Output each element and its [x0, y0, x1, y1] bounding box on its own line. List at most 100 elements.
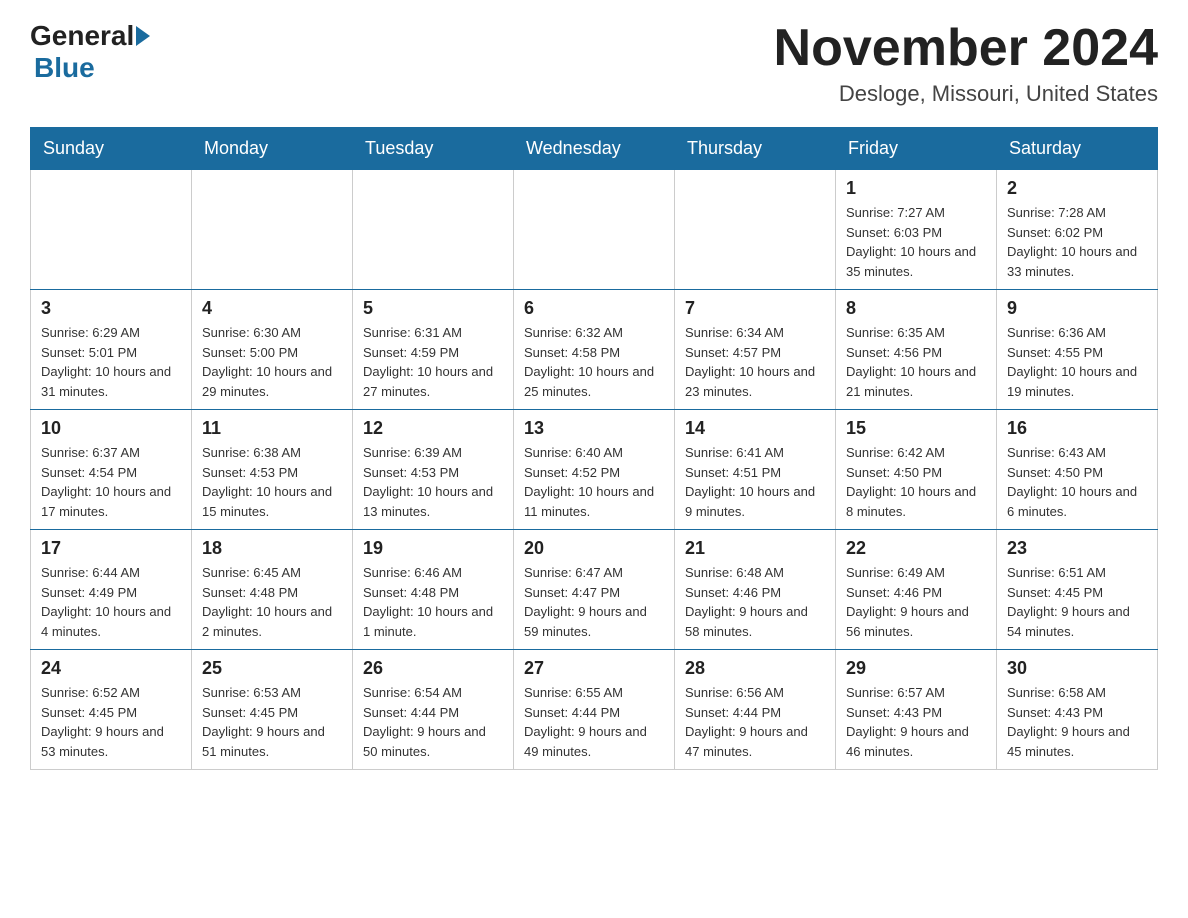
day-number: 30	[1007, 658, 1147, 679]
calendar-cell: 10Sunrise: 6:37 AMSunset: 4:54 PMDayligh…	[31, 410, 192, 530]
day-number: 19	[363, 538, 503, 559]
day-info: Sunrise: 6:29 AMSunset: 5:01 PMDaylight:…	[41, 323, 181, 401]
calendar-week-0: 1 Sunrise: 7:27 AMSunset: 6:03 PMDaylight…	[31, 170, 1158, 290]
col-header-sunday: Sunday	[31, 128, 192, 170]
day-number: 11	[202, 418, 342, 439]
calendar-cell	[192, 170, 353, 290]
day-info: Sunrise: 6:38 AMSunset: 4:53 PMDaylight:…	[202, 443, 342, 521]
day-info: Sunrise: 6:48 AMSunset: 4:46 PMDaylight:…	[685, 563, 825, 641]
day-info: Sunrise: 6:36 AMSunset: 4:55 PMDaylight:…	[1007, 323, 1147, 401]
day-number: 23	[1007, 538, 1147, 559]
day-number: 12	[363, 418, 503, 439]
day-info: Sunrise: 6:31 AMSunset: 4:59 PMDaylight:…	[363, 323, 503, 401]
day-info: Sunrise: 6:30 AMSunset: 5:00 PMDaylight:…	[202, 323, 342, 401]
calendar-cell: 26 Sunrise: 6:54 AMSunset: 4:44 PMDayligh…	[353, 650, 514, 770]
day-info: Sunrise: 6:49 AMSunset: 4:46 PMDaylight:…	[846, 563, 986, 641]
day-number: 18	[202, 538, 342, 559]
logo-arrow-icon	[136, 26, 150, 46]
calendar-cell: 28 Sunrise: 6:56 AMSunset: 4:44 PMDayligh…	[675, 650, 836, 770]
day-number: 5	[363, 298, 503, 319]
day-info: Sunrise: 6:45 AMSunset: 4:48 PMDaylight:…	[202, 563, 342, 641]
calendar-cell: 3 Sunrise: 6:29 AMSunset: 5:01 PMDaylight…	[31, 290, 192, 410]
calendar-cell	[31, 170, 192, 290]
calendar-cell: 24 Sunrise: 6:52 AMSunset: 4:45 PMDayligh…	[31, 650, 192, 770]
logo: General Blue	[30, 20, 152, 84]
calendar-cell: 13Sunrise: 6:40 AMSunset: 4:52 PMDayligh…	[514, 410, 675, 530]
calendar-cell: 18 Sunrise: 6:45 AMSunset: 4:48 PMDayligh…	[192, 530, 353, 650]
calendar-cell	[675, 170, 836, 290]
title-block: November 2024 Desloge, Missouri, United …	[774, 20, 1158, 107]
calendar-cell: 11 Sunrise: 6:38 AMSunset: 4:53 PMDayligh…	[192, 410, 353, 530]
day-info: Sunrise: 6:44 AMSunset: 4:49 PMDaylight:…	[41, 563, 181, 641]
day-number: 20	[524, 538, 664, 559]
day-info: Sunrise: 6:43 AMSunset: 4:50 PMDaylight:…	[1007, 443, 1147, 521]
calendar-cell: 16Sunrise: 6:43 AMSunset: 4:50 PMDayligh…	[997, 410, 1158, 530]
day-number: 6	[524, 298, 664, 319]
calendar-header-row: SundayMondayTuesdayWednesdayThursdayFrid…	[31, 128, 1158, 170]
day-info: Sunrise: 6:39 AMSunset: 4:53 PMDaylight:…	[363, 443, 503, 521]
calendar-cell: 17 Sunrise: 6:44 AMSunset: 4:49 PMDayligh…	[31, 530, 192, 650]
day-number: 8	[846, 298, 986, 319]
day-info: Sunrise: 6:46 AMSunset: 4:48 PMDaylight:…	[363, 563, 503, 641]
calendar-cell: 29 Sunrise: 6:57 AMSunset: 4:43 PMDayligh…	[836, 650, 997, 770]
day-info: Sunrise: 6:55 AMSunset: 4:44 PMDaylight:…	[524, 683, 664, 761]
logo-general-text: General	[30, 20, 134, 52]
day-info: Sunrise: 6:40 AMSunset: 4:52 PMDaylight:…	[524, 443, 664, 521]
day-number: 22	[846, 538, 986, 559]
calendar-cell: 4Sunrise: 6:30 AMSunset: 5:00 PMDaylight…	[192, 290, 353, 410]
day-info: Sunrise: 6:41 AMSunset: 4:51 PMDaylight:…	[685, 443, 825, 521]
col-header-saturday: Saturday	[997, 128, 1158, 170]
col-header-monday: Monday	[192, 128, 353, 170]
day-info: Sunrise: 6:47 AMSunset: 4:47 PMDaylight:…	[524, 563, 664, 641]
day-info: Sunrise: 6:56 AMSunset: 4:44 PMDaylight:…	[685, 683, 825, 761]
calendar-cell: 9 Sunrise: 6:36 AMSunset: 4:55 PMDaylight…	[997, 290, 1158, 410]
col-header-thursday: Thursday	[675, 128, 836, 170]
day-info: Sunrise: 6:37 AMSunset: 4:54 PMDaylight:…	[41, 443, 181, 521]
day-number: 17	[41, 538, 181, 559]
logo-blue-text: Blue	[34, 52, 95, 83]
month-title: November 2024	[774, 20, 1158, 77]
calendar-cell: 30 Sunrise: 6:58 AMSunset: 4:43 PMDayligh…	[997, 650, 1158, 770]
day-info: Sunrise: 6:58 AMSunset: 4:43 PMDaylight:…	[1007, 683, 1147, 761]
day-info: Sunrise: 6:42 AMSunset: 4:50 PMDaylight:…	[846, 443, 986, 521]
day-number: 28	[685, 658, 825, 679]
calendar-cell	[514, 170, 675, 290]
day-number: 29	[846, 658, 986, 679]
calendar-cell: 23Sunrise: 6:51 AMSunset: 4:45 PMDayligh…	[997, 530, 1158, 650]
location-title: Desloge, Missouri, United States	[774, 81, 1158, 107]
day-number: 24	[41, 658, 181, 679]
col-header-wednesday: Wednesday	[514, 128, 675, 170]
calendar-week-2: 10Sunrise: 6:37 AMSunset: 4:54 PMDayligh…	[31, 410, 1158, 530]
day-number: 25	[202, 658, 342, 679]
day-number: 26	[363, 658, 503, 679]
calendar-week-1: 3 Sunrise: 6:29 AMSunset: 5:01 PMDaylight…	[31, 290, 1158, 410]
calendar-cell: 7Sunrise: 6:34 AMSunset: 4:57 PMDaylight…	[675, 290, 836, 410]
day-info: Sunrise: 6:57 AMSunset: 4:43 PMDaylight:…	[846, 683, 986, 761]
calendar-cell: 20 Sunrise: 6:47 AMSunset: 4:47 PMDayligh…	[514, 530, 675, 650]
calendar-cell: 27Sunrise: 6:55 AMSunset: 4:44 PMDayligh…	[514, 650, 675, 770]
day-number: 3	[41, 298, 181, 319]
calendar-cell: 19 Sunrise: 6:46 AMSunset: 4:48 PMDayligh…	[353, 530, 514, 650]
calendar-cell: 15 Sunrise: 6:42 AMSunset: 4:50 PMDayligh…	[836, 410, 997, 530]
calendar-table: SundayMondayTuesdayWednesdayThursdayFrid…	[30, 127, 1158, 770]
day-info: Sunrise: 6:35 AMSunset: 4:56 PMDaylight:…	[846, 323, 986, 401]
calendar-week-4: 24 Sunrise: 6:52 AMSunset: 4:45 PMDayligh…	[31, 650, 1158, 770]
calendar-cell: 25Sunrise: 6:53 AMSunset: 4:45 PMDayligh…	[192, 650, 353, 770]
day-number: 9	[1007, 298, 1147, 319]
calendar-week-3: 17 Sunrise: 6:44 AMSunset: 4:49 PMDayligh…	[31, 530, 1158, 650]
day-info: Sunrise: 6:52 AMSunset: 4:45 PMDaylight:…	[41, 683, 181, 761]
day-info: Sunrise: 6:32 AMSunset: 4:58 PMDaylight:…	[524, 323, 664, 401]
calendar-cell: 6 Sunrise: 6:32 AMSunset: 4:58 PMDaylight…	[514, 290, 675, 410]
calendar-cell	[353, 170, 514, 290]
page-header: General Blue November 2024 Desloge, Miss…	[30, 20, 1158, 107]
day-number: 7	[685, 298, 825, 319]
day-number: 1	[846, 178, 986, 199]
day-info: Sunrise: 6:54 AMSunset: 4:44 PMDaylight:…	[363, 683, 503, 761]
day-number: 2	[1007, 178, 1147, 199]
day-info: Sunrise: 7:27 AMSunset: 6:03 PMDaylight:…	[846, 203, 986, 281]
calendar-cell: 22 Sunrise: 6:49 AMSunset: 4:46 PMDayligh…	[836, 530, 997, 650]
calendar-cell: 21Sunrise: 6:48 AMSunset: 4:46 PMDayligh…	[675, 530, 836, 650]
day-info: Sunrise: 7:28 AMSunset: 6:02 PMDaylight:…	[1007, 203, 1147, 281]
calendar-cell: 5 Sunrise: 6:31 AMSunset: 4:59 PMDaylight…	[353, 290, 514, 410]
day-number: 15	[846, 418, 986, 439]
